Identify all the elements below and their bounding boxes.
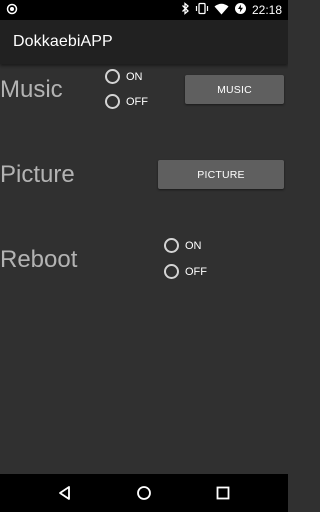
reboot-off-radio[interactable]: OFF (164, 264, 207, 279)
picture-label: Picture (0, 161, 75, 188)
music-off-radio[interactable]: OFF (105, 94, 148, 109)
radio-circle-icon (105, 94, 120, 109)
back-icon[interactable] (55, 483, 75, 503)
music-off-label: OFF (126, 95, 148, 108)
app-screen: 22:18 DokkaebiAPP Music ON OFF MUSIC Pic… (0, 0, 288, 512)
status-bar: 22:18 (0, 0, 288, 20)
status-icons: 22:18 (181, 2, 282, 18)
home-icon[interactable] (134, 483, 154, 503)
radio-circle-icon (105, 69, 120, 84)
music-button[interactable]: MUSIC (185, 75, 284, 104)
radio-circle-icon (164, 264, 179, 279)
clock-text: 22:18 (251, 3, 282, 17)
notification-ring-icon (6, 3, 18, 18)
app-title: DokkaebiAPP (13, 33, 113, 50)
vibrate-icon (195, 2, 209, 18)
picture-button[interactable]: PICTURE (158, 160, 284, 189)
reboot-off-label: OFF (185, 265, 207, 278)
navigation-bar (0, 474, 288, 512)
radio-circle-icon (164, 238, 179, 253)
recents-icon[interactable] (213, 483, 233, 503)
music-on-label: ON (126, 70, 143, 83)
battery-charging-icon (234, 2, 247, 18)
reboot-on-radio[interactable]: ON (164, 238, 202, 253)
reboot-label: Reboot (0, 246, 78, 273)
music-on-radio[interactable]: ON (105, 69, 143, 84)
bluetooth-icon (181, 2, 190, 18)
reboot-on-label: ON (185, 239, 202, 252)
app-bar: DokkaebiAPP (0, 20, 288, 64)
music-label: Music (0, 76, 63, 103)
wifi-icon (214, 3, 229, 18)
